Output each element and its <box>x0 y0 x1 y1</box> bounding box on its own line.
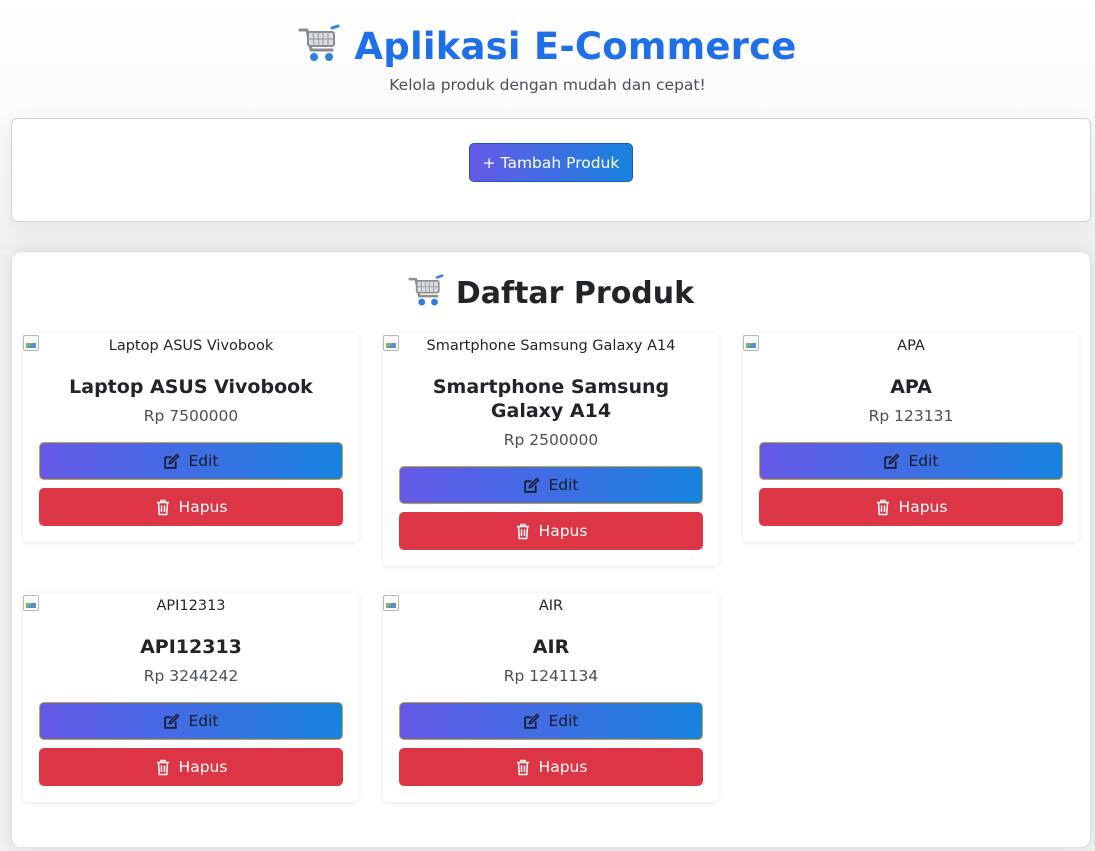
edit-label: Edit <box>548 476 579 494</box>
edit-icon <box>524 477 540 493</box>
edit-label: Edit <box>548 712 579 730</box>
product-name: AIR <box>532 636 570 658</box>
product-image-alt: API12313 <box>156 598 226 614</box>
shopping-cart-icon <box>298 24 340 69</box>
product-image: API12313 <box>23 593 359 619</box>
product-image: Laptop ASUS Vivobook <box>23 333 359 359</box>
product-card: APA APA Rp 123131 Edit Hapus <box>743 333 1079 542</box>
broken-image-icon <box>23 335 39 351</box>
edit-label: Edit <box>908 452 939 470</box>
edit-product-button[interactable]: Edit <box>39 702 343 740</box>
delete-label: Hapus <box>178 758 228 776</box>
delete-label: Hapus <box>178 498 228 516</box>
edit-product-button[interactable]: Edit <box>399 466 703 504</box>
trash-icon <box>516 523 529 539</box>
trash-icon <box>156 759 169 775</box>
broken-image-icon <box>383 595 399 611</box>
broken-image-icon <box>383 335 399 351</box>
edit-icon <box>884 453 900 469</box>
product-card: AIR AIR Rp 1241134 Edit Hapus <box>383 593 719 802</box>
product-image-alt: APA <box>897 338 925 354</box>
delete-label: Hapus <box>538 758 588 776</box>
trash-icon <box>876 499 889 515</box>
delete-product-button[interactable]: Hapus <box>39 488 343 526</box>
add-product-button[interactable]: + Tambah Produk <box>468 143 634 182</box>
product-price: Rp 3244242 <box>143 667 239 685</box>
product-image: APA <box>743 333 1079 359</box>
product-name: API12313 <box>140 636 242 658</box>
shopping-cart-icon <box>408 274 444 313</box>
product-card: Smartphone Samsung Galaxy A14 Smartphone… <box>383 333 719 566</box>
edit-label: Edit <box>188 452 219 470</box>
product-price: Rp 2500000 <box>503 431 599 449</box>
trash-icon <box>156 499 169 515</box>
delete-product-button[interactable]: Hapus <box>39 748 343 786</box>
product-list-title: Daftar Produk <box>455 276 695 311</box>
page-subtitle: Kelola produk dengan mudah dan cepat! <box>389 76 706 94</box>
delete-label: Hapus <box>538 522 588 540</box>
edit-icon <box>164 713 180 729</box>
title-row: Aplikasi E-Commerce <box>0 18 1095 74</box>
edit-icon <box>164 453 180 469</box>
page-header: Aplikasi E-Commerce Kelola produk dengan… <box>0 18 1095 94</box>
delete-product-button[interactable]: Hapus <box>759 488 1063 526</box>
product-name: Smartphone Samsung Galaxy A14 <box>432 376 670 422</box>
product-name: Laptop ASUS Vivobook <box>69 376 313 398</box>
product-image-alt: Smartphone Samsung Galaxy A14 <box>426 338 676 354</box>
product-card: Laptop ASUS Vivobook Laptop ASUS Vivoboo… <box>23 333 359 542</box>
edit-label: Edit <box>188 712 219 730</box>
delete-product-button[interactable]: Hapus <box>399 748 703 786</box>
edit-icon <box>524 713 540 729</box>
product-image-alt: Laptop ASUS Vivobook <box>108 338 274 354</box>
action-panel: + Tambah Produk <box>11 118 1091 222</box>
delete-product-button[interactable]: Hapus <box>399 512 703 550</box>
product-name: APA <box>890 376 932 398</box>
product-image-alt: AIR <box>538 598 564 614</box>
product-card: API12313 API12313 Rp 3244242 Edit Hapus <box>23 593 359 802</box>
product-price: Rp 7500000 <box>143 407 239 425</box>
trash-icon <box>516 759 529 775</box>
broken-image-icon <box>743 335 759 351</box>
product-image: Smartphone Samsung Galaxy A14 <box>383 333 719 359</box>
edit-product-button[interactable]: Edit <box>759 442 1063 480</box>
edit-product-button[interactable]: Edit <box>399 702 703 740</box>
delete-label: Hapus <box>898 498 948 516</box>
product-price: Rp 1241134 <box>503 667 599 685</box>
product-list-header: Daftar Produk <box>12 274 1090 313</box>
page-title: Aplikasi E-Commerce <box>354 24 797 68</box>
edit-product-button[interactable]: Edit <box>39 442 343 480</box>
product-price: Rp 123131 <box>868 407 954 425</box>
broken-image-icon <box>23 595 39 611</box>
product-image: AIR <box>383 593 719 619</box>
